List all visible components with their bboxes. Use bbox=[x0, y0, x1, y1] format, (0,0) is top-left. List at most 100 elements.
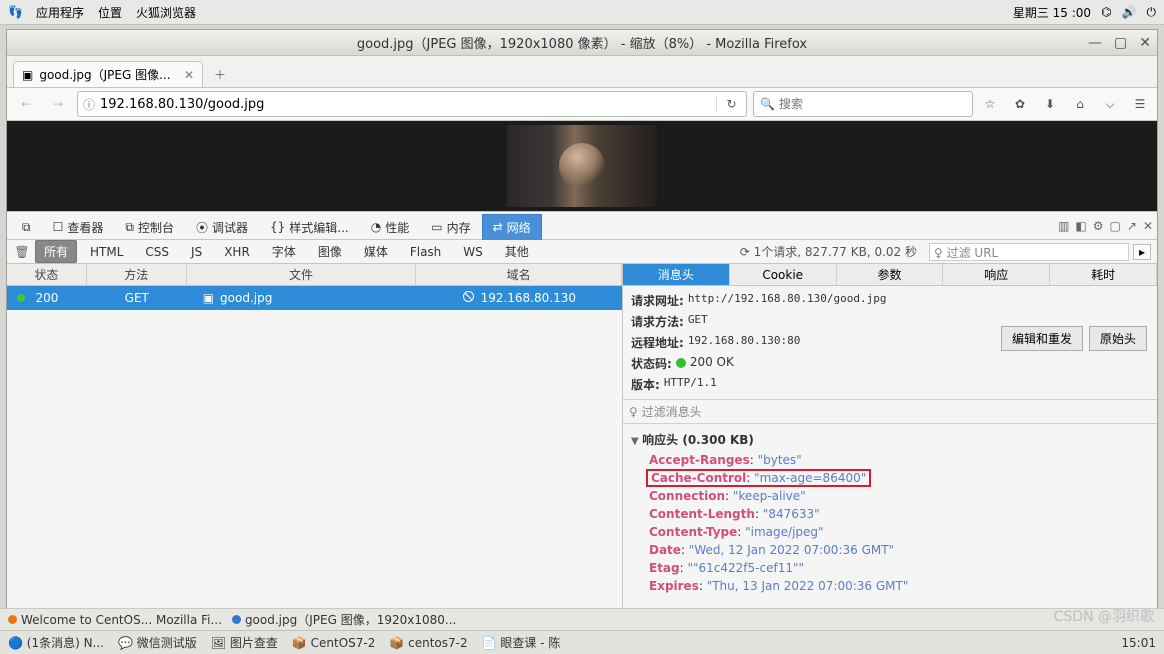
filter-flash[interactable]: Flash bbox=[401, 242, 450, 262]
v-version: HTTP/1.1 bbox=[664, 376, 717, 389]
task-item-2[interactable]: good.jpg（JPEG 图像，1920x1080... bbox=[232, 611, 456, 628]
request-summary: 1个请求, 827.77 KB, 0.02 秒 bbox=[542, 243, 925, 260]
detail-buttons: 编辑和重发 原始头 bbox=[1001, 326, 1147, 351]
wt-wechat[interactable]: 💬 微信测试版 bbox=[118, 634, 197, 651]
power-icon[interactable]: ⏻ bbox=[1147, 5, 1157, 20]
filter-url-input[interactable]: ♀ 过滤 URL bbox=[929, 243, 1129, 261]
tab-close-icon[interactable]: ✕ bbox=[184, 68, 194, 82]
filter-font[interactable]: 字体 bbox=[263, 240, 305, 263]
responsive-icon[interactable]: ▥ bbox=[1058, 219, 1069, 233]
volume-icon[interactable]: 🔊 bbox=[1122, 5, 1137, 19]
wt-other[interactable]: 📄 眼查课 - 陈 bbox=[482, 634, 561, 651]
filter-all[interactable]: 所有 bbox=[35, 240, 77, 263]
response-header-row: Date: "Wed, 12 Jan 2022 07:00:36 GMT" bbox=[631, 541, 1149, 559]
tab-inspector[interactable]: ☐ 查看器 bbox=[42, 214, 115, 240]
network-icon[interactable]: ⌬ bbox=[1101, 5, 1111, 19]
minimize-button[interactable]: — bbox=[1088, 35, 1102, 51]
tab-console[interactable]: ⧉ 控制台 bbox=[114, 214, 185, 240]
response-header-row: Content-Type: "image/jpeg" bbox=[631, 523, 1149, 541]
clock-text[interactable]: 星期三 15 :00 bbox=[1013, 4, 1091, 21]
tab-perf[interactable]: ◔ 性能 bbox=[360, 214, 421, 240]
detail-tab-params[interactable]: 参数 bbox=[837, 264, 944, 285]
response-header-row: Connection: "keep-alive" bbox=[631, 487, 1149, 505]
clear-icon[interactable]: 🗑 bbox=[13, 245, 31, 259]
titlebar: good.jpg（JPEG 图像，1920x1080 像素） - 缩放（8%） … bbox=[7, 30, 1157, 56]
bookmark-star-icon[interactable]: ☆ bbox=[979, 97, 1001, 111]
split-icon[interactable]: ◧ bbox=[1075, 219, 1086, 233]
filter-img[interactable]: 图像 bbox=[309, 240, 351, 263]
downloads-icon[interactable]: ⬇ bbox=[1039, 97, 1061, 111]
pocket-icon[interactable]: ⌵ bbox=[1099, 97, 1121, 112]
tab-memory[interactable]: ▭ 内存 bbox=[420, 214, 481, 240]
col-domain[interactable]: 域名 bbox=[416, 264, 622, 285]
filter-css[interactable]: CSS bbox=[136, 242, 178, 262]
tab-debugger[interactable]: ⦿ 调试器 bbox=[185, 214, 259, 240]
menu-icon[interactable]: ☰ bbox=[1129, 97, 1151, 111]
wt-vm1[interactable]: 📦 CentOS7-2 bbox=[292, 636, 376, 650]
settings-icon[interactable]: ⚙ bbox=[1093, 219, 1104, 233]
self-bookmark-icon[interactable]: ✿ bbox=[1009, 97, 1031, 111]
detail-tab-timing[interactable]: 耗时 bbox=[1050, 264, 1157, 285]
dock-side-button[interactable]: ⧉ bbox=[11, 214, 42, 240]
k-method: 请求方法: bbox=[631, 313, 684, 330]
gnome-foot-icon: 👣 bbox=[8, 5, 22, 19]
detail-tab-response[interactable]: 响应 bbox=[943, 264, 1050, 285]
task-item-1[interactable]: Welcome to CentOS... Mozilla Fi... bbox=[8, 613, 222, 627]
filter-media[interactable]: 媒体 bbox=[355, 240, 397, 263]
k-addr: 远程地址: bbox=[631, 334, 684, 351]
tab-label: good.jpg（JPEG 图像... bbox=[39, 66, 170, 83]
v-method: GET bbox=[688, 313, 708, 326]
url-input[interactable] bbox=[100, 97, 716, 112]
tab-network[interactable]: ⇄ 网络 bbox=[482, 214, 542, 240]
forward-button[interactable]: → bbox=[45, 91, 71, 117]
detail-body[interactable]: 请求网址:http://192.168.80.130/good.jpg 请求方法… bbox=[623, 286, 1157, 626]
col-status[interactable]: 状态 bbox=[7, 264, 87, 285]
menu-firefox[interactable]: 火狐浏览器 bbox=[136, 4, 196, 21]
col-method[interactable]: 方法 bbox=[87, 264, 187, 285]
tab-style[interactable]: {} 样式编辑... bbox=[259, 214, 360, 240]
toolbar-icons: ☆ ✿ ⬇ ⌂ ⌵ ☰ bbox=[979, 97, 1151, 112]
k-url: 请求网址: bbox=[631, 292, 684, 309]
wt-clock[interactable]: 15:01 bbox=[1121, 636, 1156, 650]
back-button[interactable]: ← bbox=[13, 91, 39, 117]
filter-other[interactable]: 其他 bbox=[496, 240, 538, 263]
status-dot-icon bbox=[676, 358, 686, 368]
devtools-close-icon[interactable]: ✕ bbox=[1143, 219, 1153, 233]
wt-image[interactable]: 🖼 图片查查 bbox=[211, 634, 278, 651]
filter-headers-input[interactable]: ♀ 过滤消息头 bbox=[623, 399, 1157, 424]
menu-places[interactable]: 位置 bbox=[98, 4, 122, 21]
request-row[interactable]: 200 GET ▣ good.jpg 🛇 192.168.80.130 bbox=[7, 286, 622, 310]
search-bar[interactable]: 🔍 bbox=[753, 91, 973, 117]
detail-panel: 消息头 Cookie 参数 响应 耗时 请求网址:http://192.168.… bbox=[623, 264, 1157, 626]
k-version: 版本: bbox=[631, 376, 660, 393]
info-icon[interactable]: ⓘ bbox=[78, 96, 100, 113]
dock-toggle-icon[interactable]: ▢ bbox=[1110, 219, 1121, 233]
filter-html[interactable]: HTML bbox=[81, 242, 132, 262]
windows-taskbar: 🔵 (1条消息) N... 💬 微信测试版 🖼 图片查查 📦 CentOS7-2… bbox=[0, 630, 1164, 654]
edit-resend-button[interactable]: 编辑和重发 bbox=[1001, 326, 1083, 351]
response-headers-section[interactable]: 响应头 (0.300 KB) bbox=[631, 428, 1149, 451]
url-bar[interactable]: ⓘ ↻ bbox=[77, 91, 747, 117]
displayed-image[interactable] bbox=[507, 125, 657, 207]
filter-js[interactable]: JS bbox=[182, 242, 211, 262]
popout-icon[interactable]: ↗ bbox=[1127, 219, 1137, 233]
browser-tab[interactable]: ▣ good.jpg（JPEG 图像... ✕ bbox=[13, 61, 203, 87]
new-tab-button[interactable]: ＋ bbox=[207, 63, 233, 85]
detail-tab-headers[interactable]: 消息头 bbox=[623, 264, 730, 285]
wt-chrome[interactable]: 🔵 (1条消息) N... bbox=[8, 634, 104, 651]
detail-tab-cookie[interactable]: Cookie bbox=[730, 264, 837, 285]
close-button[interactable]: ✕ bbox=[1139, 35, 1151, 51]
filter-xhr[interactable]: XHR bbox=[215, 242, 259, 262]
wt-vm2[interactable]: 📦 centos7-2 bbox=[389, 636, 467, 650]
home-icon[interactable]: ⌂ bbox=[1069, 97, 1091, 111]
response-header-row: Cache-Control: "max-age=86400" bbox=[631, 469, 1149, 487]
nav-bar: ← → ⓘ ↻ 🔍 ☆ ✿ ⬇ ⌂ ⌵ ☰ bbox=[7, 88, 1157, 121]
filter-ws[interactable]: WS bbox=[454, 242, 491, 262]
raw-headers-button[interactable]: 原始头 bbox=[1089, 326, 1147, 351]
reload-button[interactable]: ↻ bbox=[716, 97, 746, 111]
col-file[interactable]: 文件 bbox=[187, 264, 417, 285]
maximize-button[interactable]: ▢ bbox=[1114, 35, 1127, 51]
har-button[interactable]: ▸ bbox=[1133, 244, 1151, 260]
search-input[interactable] bbox=[779, 97, 966, 111]
menu-applications[interactable]: 应用程序 bbox=[36, 4, 84, 21]
